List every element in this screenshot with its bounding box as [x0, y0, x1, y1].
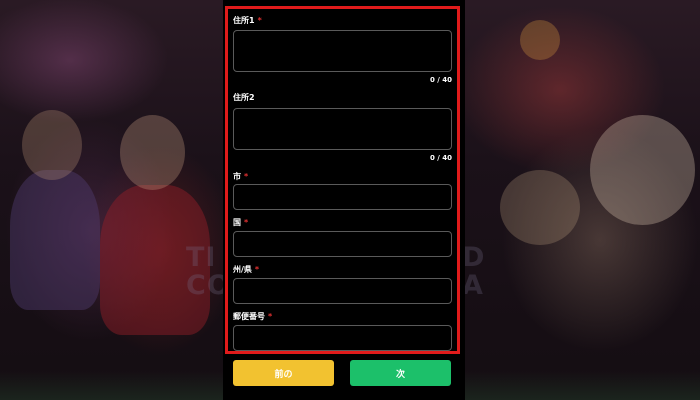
address1-char-counter: 0 / 40 — [429, 76, 452, 84]
background-figure — [590, 115, 695, 225]
back-button[interactable]: 前の — [233, 360, 334, 386]
address1-textarea[interactable] — [233, 30, 452, 72]
country-input[interactable] — [233, 231, 452, 257]
background-text: A — [462, 270, 484, 301]
address2-label-text: 住所2 — [233, 93, 255, 102]
background-text: D — [462, 242, 486, 273]
address1-label: 住所1 * — [233, 15, 262, 26]
background-figure — [520, 20, 560, 60]
state-label-text: 州/県 — [233, 265, 252, 274]
postal-code-input[interactable] — [233, 325, 452, 351]
background-text: TI — [186, 242, 217, 273]
required-mark: * — [254, 265, 260, 274]
background-figure — [22, 110, 82, 180]
address1-label-text: 住所1 — [233, 16, 255, 25]
city-label-text: 市 — [233, 172, 241, 181]
postal-code-label-text: 郵便番号 — [233, 312, 265, 321]
state-input[interactable] — [233, 278, 452, 304]
next-button[interactable]: 次 — [350, 360, 451, 386]
background-figure — [10, 170, 100, 310]
city-label: 市 * — [233, 171, 248, 182]
city-input[interactable] — [233, 184, 452, 210]
required-mark: * — [268, 312, 273, 321]
required-mark: * — [257, 16, 262, 25]
required-mark: * — [244, 218, 249, 227]
postal-code-label: 郵便番号 * — [233, 311, 272, 322]
background-figure — [120, 115, 185, 190]
address2-textarea[interactable] — [233, 108, 452, 150]
country-label: 国 * — [233, 217, 248, 228]
state-label: 州/県 * — [233, 264, 259, 275]
required-mark: * — [244, 172, 249, 181]
country-label-text: 国 — [233, 218, 241, 227]
address2-label: 住所2 — [233, 92, 255, 103]
background-figure — [500, 170, 580, 245]
address2-char-counter: 0 / 40 — [429, 154, 452, 162]
